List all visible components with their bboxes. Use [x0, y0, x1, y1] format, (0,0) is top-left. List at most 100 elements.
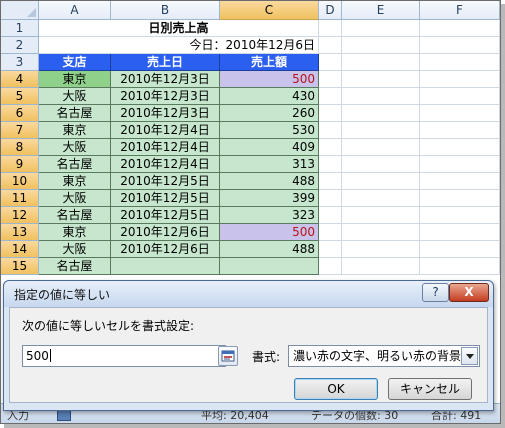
amount-cell[interactable]: 488	[220, 241, 319, 258]
table-header-amount[interactable]: 売上額	[220, 54, 319, 71]
branch-cell[interactable]: 名古屋	[39, 105, 111, 122]
row-header-3[interactable]: 3	[1, 54, 39, 71]
row-header-1[interactable]: 1	[1, 20, 39, 37]
cell-f4[interactable]	[420, 71, 500, 88]
row-header-5[interactable]: 5	[1, 88, 39, 105]
cell-d10[interactable]	[319, 173, 342, 190]
cell-d14[interactable]	[319, 241, 342, 258]
cell-e2[interactable]	[342, 37, 420, 54]
help-icon[interactable]: ?	[422, 283, 449, 302]
sheet-title[interactable]: 日別売上高	[39, 20, 319, 37]
dialog-titlebar[interactable]: 指定の値に等しい ? X	[4, 281, 493, 307]
amount-cell[interactable]: 313	[220, 156, 319, 173]
date-cell[interactable]: 2010年12月4日	[111, 156, 220, 173]
cell-e6[interactable]	[342, 105, 420, 122]
date-cell[interactable]: 2010年12月5日	[111, 173, 220, 190]
column-header-b[interactable]: B	[111, 1, 220, 20]
row-header-15[interactable]: 15	[1, 258, 39, 275]
row-header-7[interactable]: 7	[1, 122, 39, 139]
amount-cell[interactable]	[220, 258, 319, 275]
branch-cell[interactable]: 大阪	[39, 139, 111, 156]
cell-f11[interactable]	[420, 190, 500, 207]
cell-f10[interactable]	[420, 173, 500, 190]
cell-d3[interactable]	[319, 54, 342, 71]
cell-d4[interactable]	[319, 71, 342, 88]
table-header-date[interactable]: 売上日	[111, 54, 220, 71]
date-cell[interactable]: 2010年12月4日	[111, 139, 220, 156]
cell-d2[interactable]	[319, 37, 342, 54]
cell-e3[interactable]	[342, 54, 420, 71]
cell-d7[interactable]	[319, 122, 342, 139]
branch-cell[interactable]: 名古屋	[39, 258, 111, 275]
column-header-d[interactable]: D	[319, 1, 342, 20]
cell-d12[interactable]	[319, 207, 342, 224]
row-header-11[interactable]: 11	[1, 190, 39, 207]
row-header-6[interactable]: 6	[1, 105, 39, 122]
branch-cell[interactable]: 東京	[39, 71, 111, 88]
branch-cell[interactable]: 東京	[39, 122, 111, 139]
cell-f14[interactable]	[420, 241, 500, 258]
date-cell[interactable]: 2010年12月3日	[111, 71, 220, 88]
date-cell[interactable]: 2010年12月3日	[111, 88, 220, 105]
cell-f9[interactable]	[420, 156, 500, 173]
cell-d13[interactable]	[319, 224, 342, 241]
branch-cell[interactable]: 大阪	[39, 241, 111, 258]
cell-f2[interactable]	[420, 37, 500, 54]
row-header-4[interactable]: 4	[1, 71, 39, 88]
date-cell[interactable]: 2010年12月3日	[111, 105, 220, 122]
cell-e14[interactable]	[342, 241, 420, 258]
table-header-branch[interactable]: 支店	[39, 54, 111, 71]
branch-cell[interactable]: 名古屋	[39, 156, 111, 173]
branch-cell[interactable]: 東京	[39, 224, 111, 241]
close-icon[interactable]: X	[449, 283, 489, 302]
cell-d11[interactable]	[319, 190, 342, 207]
row-header-8[interactable]: 8	[1, 139, 39, 156]
value-input[interactable]: 500	[22, 345, 226, 367]
cell-f1[interactable]	[420, 20, 500, 37]
cell-f7[interactable]	[420, 122, 500, 139]
cell-f12[interactable]	[420, 207, 500, 224]
date-cell[interactable]: 2010年12月6日	[111, 224, 220, 241]
column-header-e[interactable]: E	[342, 1, 420, 20]
cell-d8[interactable]	[319, 139, 342, 156]
branch-cell[interactable]: 大阪	[39, 190, 111, 207]
cell-e5[interactable]	[342, 88, 420, 105]
row-header-14[interactable]: 14	[1, 241, 39, 258]
date-cell[interactable]: 2010年12月6日	[111, 241, 220, 258]
cell-e1[interactable]	[342, 20, 420, 37]
cell-e10[interactable]	[342, 173, 420, 190]
cell-f13[interactable]	[420, 224, 500, 241]
row-header-12[interactable]: 12	[1, 207, 39, 224]
amount-cell[interactable]: 488	[220, 173, 319, 190]
branch-cell[interactable]: 大阪	[39, 88, 111, 105]
column-header-c[interactable]: C	[220, 1, 319, 20]
cell-d9[interactable]	[319, 156, 342, 173]
date-cell[interactable]	[111, 258, 220, 275]
select-all-corner[interactable]	[1, 1, 39, 20]
date-cell[interactable]: 2010年12月5日	[111, 207, 220, 224]
cell-e7[interactable]	[342, 122, 420, 139]
dropdown-arrow-icon[interactable]	[461, 347, 478, 365]
cell-e15[interactable]	[342, 258, 420, 275]
cell-e12[interactable]	[342, 207, 420, 224]
cell-f3[interactable]	[420, 54, 500, 71]
branch-cell[interactable]: 東京	[39, 173, 111, 190]
today-date[interactable]: 今日：2010年12月6日	[39, 37, 319, 54]
amount-cell[interactable]: 323	[220, 207, 319, 224]
cell-d1[interactable]	[319, 20, 342, 37]
date-cell[interactable]: 2010年12月4日	[111, 122, 220, 139]
column-header-f[interactable]: F	[420, 1, 500, 20]
cell-e11[interactable]	[342, 190, 420, 207]
row-header-9[interactable]: 9	[1, 156, 39, 173]
cell-e9[interactable]	[342, 156, 420, 173]
row-header-13[interactable]: 13	[1, 224, 39, 241]
amount-cell-highlighted[interactable]: 500	[220, 71, 319, 88]
cell-d15[interactable]	[319, 258, 342, 275]
amount-cell[interactable]: 530	[220, 122, 319, 139]
amount-cell[interactable]: 409	[220, 139, 319, 156]
cell-d6[interactable]	[319, 105, 342, 122]
ok-button[interactable]: OK	[294, 378, 378, 400]
cell-e8[interactable]	[342, 139, 420, 156]
cell-f8[interactable]	[420, 139, 500, 156]
collapse-dialog-button[interactable]	[218, 346, 238, 366]
